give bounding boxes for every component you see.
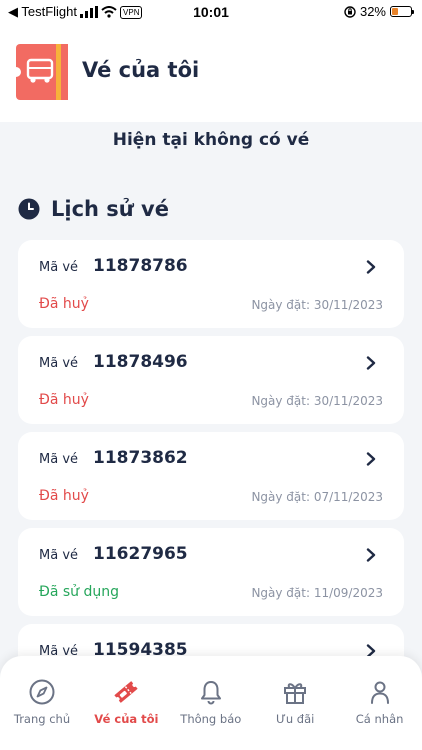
ticket-status: Đã sử dụng [39,584,120,600]
bus-ticket-icon [16,44,68,100]
battery-level [392,8,398,15]
tab-label: Thông báo [180,712,242,726]
ticket-code-label: Mã vé [39,260,79,275]
ticket-code: 11873862 [93,448,188,468]
gift-icon [284,683,307,704]
empty-current-tickets-message: Hiện tại không có vé [112,130,310,150]
ticket-status: Đã huỷ [39,296,89,312]
chevron-right-icon [366,260,376,274]
compass-icon [29,679,55,705]
chevron-right-icon [366,548,376,562]
tab-label: Trang chủ [13,712,71,726]
ticket-code: 11878786 [93,256,188,276]
chevron-right-icon [366,356,376,370]
battery-percent: 32% [359,4,386,19]
tab-gift[interactable]: Ưu đãi [253,656,337,750]
ticket-status: Đã huỷ [39,392,89,408]
tab-bell[interactable]: Thông báo [169,656,253,750]
page-title: Vé của tôi [82,58,200,82]
ticket-history-title: Lịch sử vé [51,197,169,221]
tab-label: Ưu đãi [276,712,315,726]
tab-label: Cá nhân [355,712,404,726]
status-right: 32% [344,4,414,19]
ticket-code-label: Mã vé [39,356,79,371]
tab-compass[interactable]: Trang chủ [0,656,84,750]
page-header: Vé của tôi [0,24,422,122]
chevron-right-icon [366,452,376,466]
ticket-card[interactable]: Mã vé 11878496 Đã huỷ Ngày đặt: 30/11/2023 [18,336,404,424]
bottom-tab-bar: Trang chủ Vé của tôi Thông báo Ưu đãi Cá nhâ… [0,656,422,750]
ticket-code: 11878496 [93,352,188,372]
ticket-code-label: Mã vé [39,452,79,467]
ticket-booking-date: Ngày đặt: 30/11/2023 [251,394,383,408]
tab-person[interactable]: Cá nhân [338,656,422,750]
status-bar: ◀ TestFlight VPN 10:01 32% [0,0,422,24]
ticket-icon [114,681,139,703]
ticket-card[interactable]: Mã vé 11873862 Đã huỷ Ngày đặt: 07/11/2023 [18,432,404,520]
ticket-card[interactable]: Mã vé 11627965 Đã sử dụng Ngày đặt: 11/09/2… [18,528,404,616]
tab-label: Vé của tôi [94,712,159,726]
ticket-card[interactable]: Mã vé 11878786 Đã huỷ Ngày đặt: 30/11/2023 [18,240,404,328]
ticket-history-heading: Lịch sử vé [18,197,169,221]
bell-icon [200,681,221,705]
ticket-code: 11627965 [93,544,188,564]
ticket-booking-date: Ngày đặt: 30/11/2023 [251,298,383,312]
orientation-lock-icon [344,5,356,18]
clock-icon [18,198,40,220]
ticket-booking-date: Ngày đặt: 07/11/2023 [251,490,383,504]
ticket-code-label: Mã vé [39,548,79,563]
ticket-status: Đã huỷ [39,488,89,504]
person-icon [370,681,389,704]
ticket-booking-date: Ngày đặt: 11/09/2023 [251,586,383,600]
battery-icon [390,6,414,17]
tab-ticket[interactable]: Vé của tôi [84,656,168,750]
